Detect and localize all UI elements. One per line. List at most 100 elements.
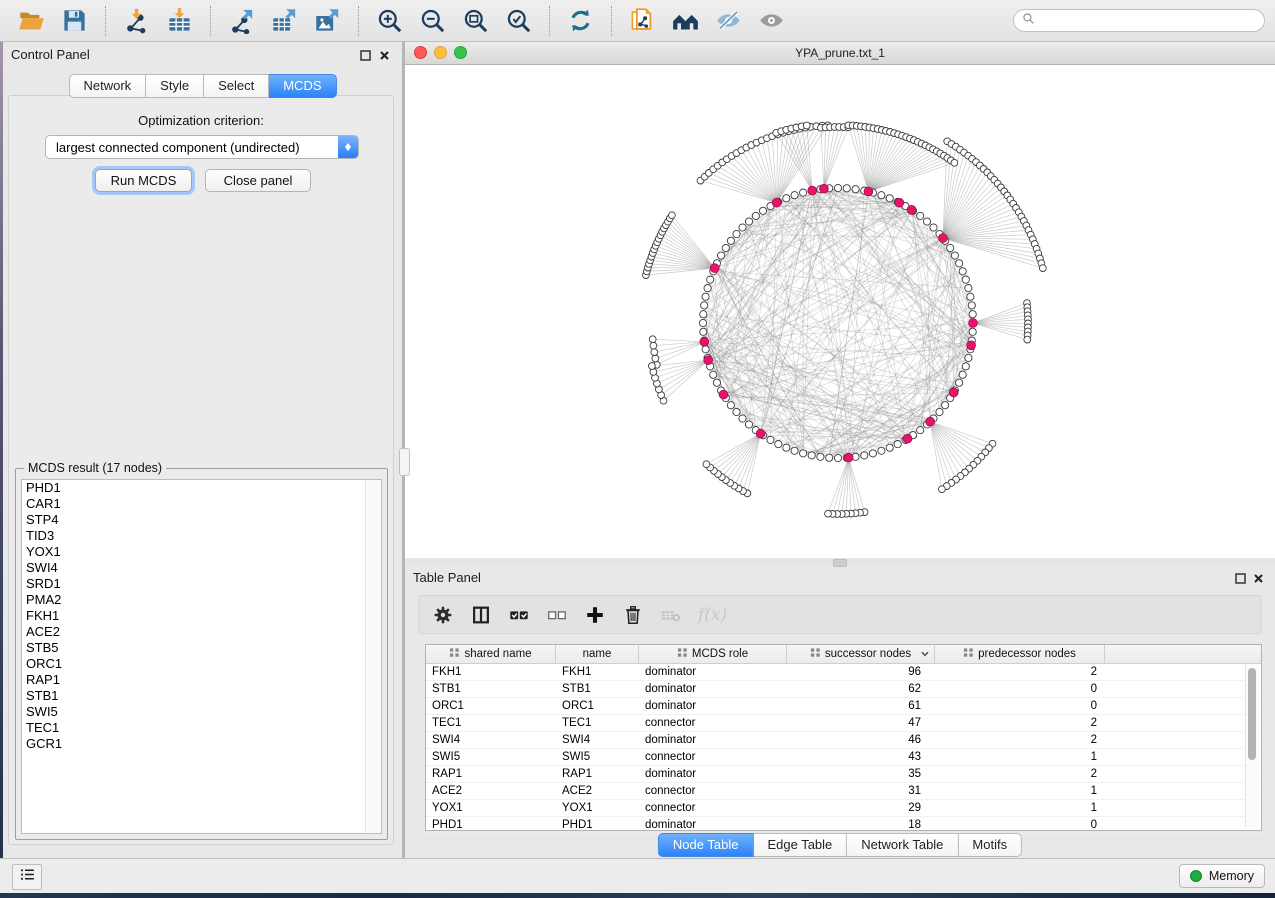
table-cell[interactable]: ORC1 — [426, 698, 556, 714]
graph-node[interactable] — [947, 244, 954, 251]
graph-node[interactable] — [745, 218, 752, 225]
graph-node[interactable] — [942, 402, 949, 409]
graph-leaf-node[interactable] — [1024, 336, 1031, 343]
graph-node[interactable] — [951, 252, 958, 259]
graph-node[interactable] — [727, 402, 734, 409]
sort-desc-icon[interactable] — [920, 649, 930, 662]
mcds-result-item[interactable]: PMA2 — [22, 592, 381, 608]
graph-leaf-node[interactable] — [669, 212, 676, 219]
graph-node[interactable] — [739, 224, 746, 231]
float-panel-icon[interactable] — [1234, 572, 1247, 585]
tab-network-table[interactable]: Network Table — [847, 833, 958, 857]
vertical-splitter-handle[interactable] — [399, 448, 410, 476]
mcds-result-item[interactable]: RAP1 — [22, 672, 381, 688]
table-cell[interactable]: YOX1 — [556, 800, 639, 816]
table-row[interactable]: YOX1YOX1connector291 — [426, 800, 1261, 817]
select-all-icon[interactable] — [508, 604, 530, 626]
table-cell[interactable]: FKH1 — [426, 664, 556, 680]
graph-leaf-node[interactable] — [951, 159, 958, 166]
table-cell[interactable]: TEC1 — [556, 715, 639, 731]
import-table-icon[interactable] — [165, 6, 194, 35]
mcds-result-item[interactable]: STP4 — [22, 512, 381, 528]
table-cell[interactable]: ACE2 — [556, 783, 639, 799]
graph-hub-node[interactable] — [700, 337, 709, 346]
zoom-selected-icon[interactable] — [504, 6, 533, 35]
graph-hub-node[interactable] — [808, 186, 817, 195]
gear-icon[interactable] — [432, 604, 454, 626]
graph-node[interactable] — [968, 302, 975, 309]
mcds-result-item[interactable]: CAR1 — [22, 496, 381, 512]
mcds-result-item[interactable]: ORC1 — [22, 656, 381, 672]
graph-hub-node[interactable] — [939, 234, 948, 243]
table-cell[interactable]: SWI4 — [556, 732, 639, 748]
graph-node[interactable] — [886, 444, 893, 451]
tab-node-table[interactable]: Node Table — [658, 833, 754, 857]
graph-hub-node[interactable] — [719, 390, 728, 399]
graph-hub-node[interactable] — [949, 388, 958, 397]
graph-node[interactable] — [702, 346, 709, 353]
mcds-result-item[interactable]: SRD1 — [22, 576, 381, 592]
graph-node[interactable] — [969, 311, 976, 318]
graph-node[interactable] — [962, 363, 969, 370]
open-folder-icon[interactable] — [17, 6, 46, 35]
table-cell[interactable]: dominator — [639, 664, 787, 680]
graph-node[interactable] — [965, 354, 972, 361]
memory-button[interactable]: Memory — [1179, 864, 1265, 888]
graph-leaf-node[interactable] — [652, 355, 659, 362]
deselect-all-icon[interactable] — [546, 604, 568, 626]
mcds-result-item[interactable]: GCR1 — [22, 736, 381, 752]
graph-node[interactable] — [894, 441, 901, 448]
export-image-icon[interactable] — [313, 6, 342, 35]
graph-node[interactable] — [791, 192, 798, 199]
graph-leaf-node[interactable] — [650, 342, 657, 349]
close-panel-icon[interactable] — [378, 49, 391, 62]
table-cell[interactable]: 46 — [787, 732, 935, 748]
graph-node[interactable] — [704, 285, 711, 292]
first-neighbors-icon[interactable] — [671, 6, 700, 35]
table-row[interactable]: STB1STB1dominator620 — [426, 681, 1261, 698]
mcds-result-item[interactable]: STB1 — [22, 688, 381, 704]
graph-node[interactable] — [727, 237, 734, 244]
close-panel-icon[interactable] — [1252, 572, 1265, 585]
graph-node[interactable] — [861, 452, 868, 459]
table-cell[interactable]: 61 — [787, 698, 935, 714]
graph-leaf-node[interactable] — [703, 461, 710, 468]
graph-node[interactable] — [826, 454, 833, 461]
graph-hub-node[interactable] — [710, 264, 719, 273]
table-cell[interactable]: 43 — [787, 749, 935, 765]
mcds-result-item[interactable]: SWI5 — [22, 704, 381, 720]
graph-node[interactable] — [930, 224, 937, 231]
close-window-icon[interactable] — [414, 46, 427, 59]
graph-hub-node[interactable] — [844, 453, 853, 462]
table-cell[interactable]: connector — [639, 800, 787, 816]
network-graph[interactable] — [405, 65, 1275, 559]
table-cell[interactable]: 0 — [935, 817, 1105, 833]
table-cell[interactable]: SWI5 — [426, 749, 556, 765]
graph-node[interactable] — [700, 328, 707, 335]
table-cell[interactable]: 0 — [935, 698, 1105, 714]
table-cell[interactable]: 1 — [935, 783, 1105, 799]
tab-motifs[interactable]: Motifs — [958, 833, 1022, 857]
import-network-icon[interactable] — [122, 6, 151, 35]
graph-node[interactable] — [783, 444, 790, 451]
table-cell[interactable]: connector — [639, 783, 787, 799]
table-cell[interactable]: 18 — [787, 817, 935, 833]
graph-node[interactable] — [917, 427, 924, 434]
graph-node[interactable] — [923, 218, 930, 225]
mcds-result-item[interactable]: STB5 — [22, 640, 381, 656]
table-cell[interactable]: 62 — [787, 681, 935, 697]
graph-hub-node[interactable] — [895, 198, 904, 207]
column-header-predecessor-nodes[interactable]: predecessor nodes — [935, 645, 1105, 663]
graph-node[interactable] — [869, 450, 876, 457]
graph-leaf-node[interactable] — [649, 363, 656, 370]
graph-node[interactable] — [767, 436, 774, 443]
column-header-shared-name[interactable]: shared name — [426, 645, 556, 663]
mcds-result-item[interactable]: TEC1 — [22, 720, 381, 736]
table-cell[interactable]: FKH1 — [556, 664, 639, 680]
mcds-result-item[interactable]: FKH1 — [22, 608, 381, 624]
delete-column-icon[interactable] — [622, 604, 644, 626]
table-cell[interactable]: 2 — [935, 715, 1105, 731]
table-cell[interactable]: dominator — [639, 766, 787, 782]
graph-node[interactable] — [702, 293, 709, 300]
show-all-icon[interactable] — [757, 6, 786, 35]
